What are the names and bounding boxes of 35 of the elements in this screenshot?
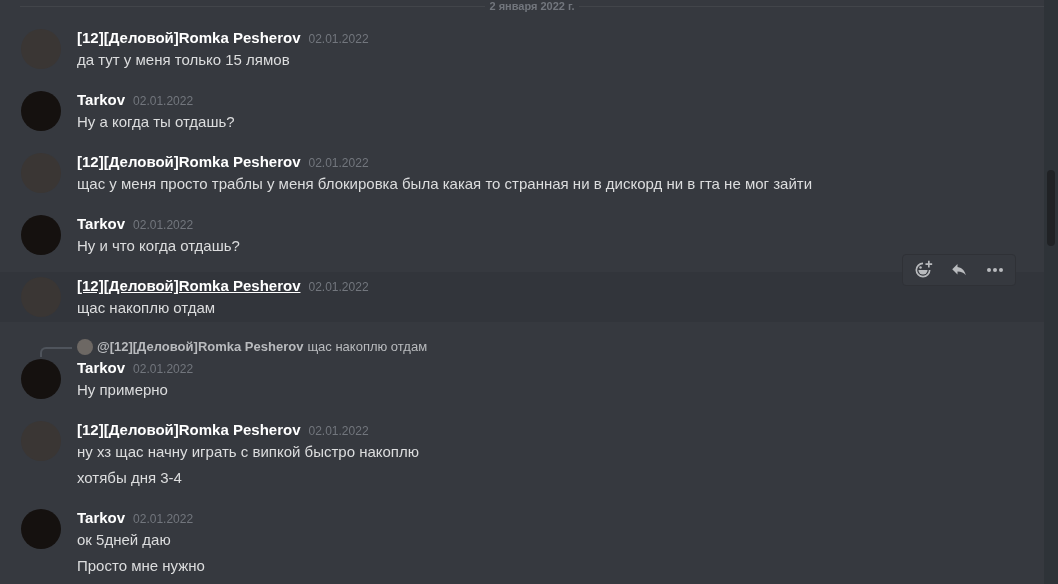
- timestamp: 02.01.2022: [133, 93, 194, 110]
- timestamp: 02.01.2022: [133, 217, 194, 234]
- author-name[interactable]: Tarkov: [77, 507, 126, 530]
- message-text: хотябы дня 3-4: [77, 468, 183, 488]
- date-divider: 2 января 2022 г.: [488, 0, 576, 12]
- avatar[interactable]: [21, 509, 61, 549]
- timestamp: 02.01.2022: [308, 31, 369, 48]
- message-text: ну хз щас начну играть с випкой быстро накоплю: [77, 442, 419, 462]
- author-name[interactable]: [12][Деловой]Romka Pesherov: [77, 27, 301, 50]
- message-text: да тут у меня только 15 лямов: [77, 50, 291, 70]
- reply-preview[interactable]: щас накоплю отдам: [307, 337, 428, 357]
- message-text: щас накоплю отдам: [77, 298, 217, 318]
- author-name[interactable]: Tarkov: [77, 213, 126, 236]
- author-name[interactable]: [12][Деловой]Romka Pesherov: [77, 151, 301, 174]
- reply-author[interactable]: @[12][Деловой]Romka Pesherov: [97, 337, 304, 357]
- avatar[interactable]: [77, 339, 93, 355]
- timestamp: 02.01.2022: [133, 511, 194, 528]
- message-text: Ну и что когда отдашь?: [77, 236, 240, 256]
- timestamp: 02.01.2022: [308, 423, 369, 440]
- author-name[interactable]: [12][Деловой]Romka Pesherov: [77, 419, 301, 442]
- author-name[interactable]: Tarkov: [77, 357, 126, 380]
- message-text: Ну а когда ты отдашь?: [77, 112, 235, 132]
- avatar[interactable]: [21, 359, 61, 399]
- timestamp: 02.01.2022: [308, 279, 369, 296]
- message-text: Просто мне нужно: [77, 556, 205, 576]
- author-name[interactable]: [12][Деловой]Romka Pesherov: [77, 275, 301, 298]
- message-text: ок 5дней даю: [77, 530, 172, 550]
- reply-connector: [40, 347, 72, 357]
- timestamp: 02.01.2022: [308, 155, 369, 172]
- message-text: щас у меня просто траблы у меня блокировка была какая то странная ни в дискорд ни в гта не мог зайти: [77, 174, 813, 194]
- author-name[interactable]: Tarkov: [77, 89, 126, 112]
- avatar[interactable]: [21, 91, 61, 131]
- message-text: Ну примерно: [77, 380, 169, 400]
- timestamp: 02.01.2022: [133, 361, 194, 378]
- avatar[interactable]: [21, 215, 61, 255]
